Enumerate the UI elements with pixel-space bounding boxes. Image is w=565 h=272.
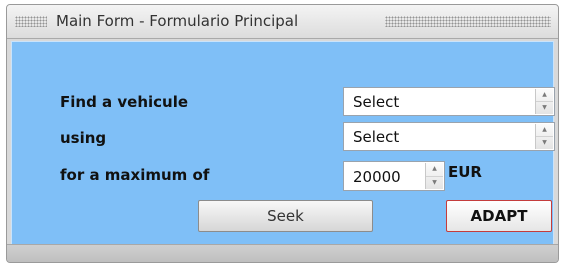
- triangle-down-icon[interactable]: ▼: [426, 175, 443, 190]
- maximum-label: for a maximum of: [60, 166, 210, 184]
- triangle-up-icon[interactable]: ▲: [426, 163, 443, 176]
- grip-dots-icon: [385, 16, 551, 27]
- using-label: using: [60, 129, 107, 147]
- window-title: Main Form - Formulario Principal: [56, 12, 299, 30]
- using-select-value: Select: [353, 128, 400, 146]
- max-price-spinner[interactable]: 20000 ▲ ▼: [343, 161, 445, 191]
- triangle-down-icon[interactable]: ▼: [536, 136, 553, 149]
- grip-dots-icon: [15, 16, 47, 27]
- adapt-button[interactable]: ADAPT: [446, 200, 552, 232]
- max-price-value[interactable]: 20000: [353, 168, 401, 186]
- vehicle-select-spinner[interactable]: ▲ ▼: [535, 89, 553, 114]
- form-panel: Find a vehicule Select ▲ ▼ using Select …: [11, 41, 555, 245]
- vehicle-select[interactable]: Select ▲ ▼: [343, 87, 555, 116]
- title-bar[interactable]: Main Form - Formulario Principal: [7, 5, 558, 39]
- main-form-window: Main Form - Formulario Principal Find a …: [6, 4, 559, 263]
- triangle-down-icon[interactable]: ▼: [536, 101, 553, 114]
- status-bar: [7, 244, 558, 262]
- currency-label: EUR: [448, 163, 482, 181]
- triangle-up-icon[interactable]: ▲: [536, 89, 553, 101]
- vehicle-select-value: Select: [353, 93, 400, 111]
- using-select[interactable]: Select ▲ ▼: [343, 122, 555, 151]
- seek-button[interactable]: Seek: [198, 200, 373, 232]
- max-price-stepper[interactable]: ▲ ▼: [425, 163, 443, 189]
- triangle-up-icon[interactable]: ▲: [536, 124, 553, 136]
- using-select-spinner[interactable]: ▲ ▼: [535, 124, 553, 149]
- find-vehicle-label: Find a vehicule: [60, 93, 189, 111]
